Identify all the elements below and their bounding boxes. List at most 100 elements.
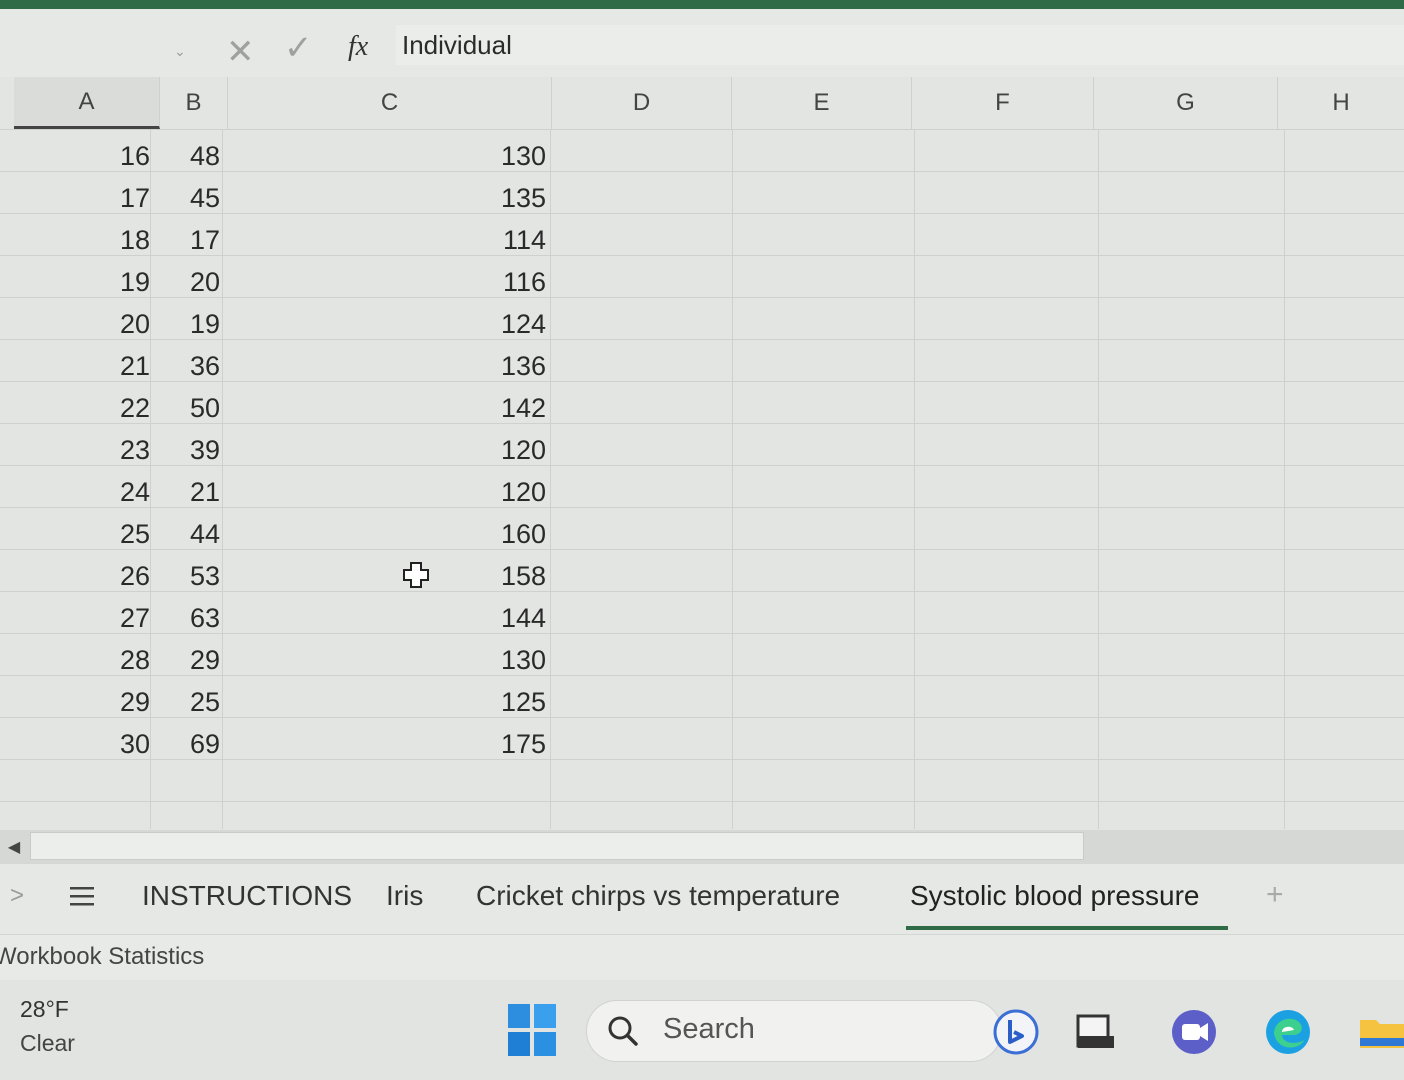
- cell-c[interactable]: 125: [226, 681, 552, 723]
- sheet-tab-systolic-blood-pressure[interactable]: Systolic blood pressure: [910, 880, 1199, 912]
- cell-b[interactable]: 63: [156, 597, 226, 639]
- cell-b[interactable]: 48: [156, 135, 226, 177]
- teams-chat-icon[interactable]: [1170, 1008, 1218, 1056]
- cell-b[interactable]: 25: [156, 681, 226, 723]
- cell-a[interactable]: 18: [14, 219, 156, 261]
- cell-b[interactable]: 36: [156, 345, 226, 387]
- scrollbar-thumb[interactable]: [30, 832, 1084, 860]
- gridline: [0, 801, 1404, 802]
- cell-a[interactable]: 28: [14, 639, 156, 681]
- function-icon[interactable]: fx: [348, 31, 368, 63]
- cell-b[interactable]: 44: [156, 513, 226, 555]
- search-icon: [608, 1016, 638, 1046]
- cell-b[interactable]: 29: [156, 639, 226, 681]
- cell-c[interactable]: 130: [226, 639, 552, 681]
- name-box-dropdown-icon[interactable]: ⌄: [174, 43, 186, 60]
- cell-a[interactable]: 27: [14, 597, 156, 639]
- cell-select-cursor-icon: [403, 562, 429, 588]
- column-header-c[interactable]: C: [228, 77, 552, 129]
- cell-a[interactable]: 19: [14, 261, 156, 303]
- cell-a[interactable]: 23: [14, 429, 156, 471]
- cell-c[interactable]: 130: [226, 135, 552, 177]
- cell-a[interactable]: 21: [14, 345, 156, 387]
- table-row: 30 69 175: [0, 723, 560, 765]
- cell-c[interactable]: 175: [226, 723, 552, 765]
- column-header-h[interactable]: H: [1278, 77, 1404, 129]
- column-header-d[interactable]: D: [552, 77, 732, 129]
- table-row: 20 19 124: [0, 303, 560, 345]
- column-header-e[interactable]: E: [732, 77, 912, 129]
- column-header-a[interactable]: A: [14, 77, 160, 129]
- cell-a[interactable]: 20: [14, 303, 156, 345]
- table-row: 19 20 116: [0, 261, 560, 303]
- title-bar-strip: [0, 0, 1404, 9]
- column-header-g[interactable]: G: [1094, 77, 1278, 129]
- workbook-statistics[interactable]: Workbook Statistics: [0, 943, 204, 971]
- gridline: [732, 129, 733, 829]
- spreadsheet-grid: A B C D E F G H 16 48 130 17 45 135 18 1…: [0, 77, 1404, 830]
- cell-a[interactable]: 26: [14, 555, 156, 597]
- gridline: [0, 129, 1404, 130]
- sheet-tab-instructions[interactable]: INSTRUCTIONS: [142, 880, 352, 912]
- cell-b[interactable]: 45: [156, 177, 226, 219]
- column-header-b[interactable]: B: [160, 77, 228, 129]
- cell-a[interactable]: 29: [14, 681, 156, 723]
- table-row: 21 36 136: [0, 345, 560, 387]
- cell-b[interactable]: 17: [156, 219, 226, 261]
- bing-icon[interactable]: [992, 1008, 1040, 1056]
- cell-c[interactable]: 120: [226, 471, 552, 513]
- formula-input[interactable]: Individual: [396, 25, 1404, 65]
- gridline: [1098, 129, 1099, 829]
- cell-c[interactable]: 114: [226, 219, 552, 261]
- cell-b[interactable]: 19: [156, 303, 226, 345]
- horizontal-scrollbar[interactable]: ◀: [0, 830, 1404, 864]
- cell-a[interactable]: 16: [14, 135, 156, 177]
- cancel-icon[interactable]: ✕: [226, 35, 255, 69]
- table-row: 29 25 125: [0, 681, 560, 723]
- taskbar-search[interactable]: Search: [586, 1000, 1002, 1062]
- cell-c[interactable]: 124: [226, 303, 552, 345]
- cell-b[interactable]: 50: [156, 387, 226, 429]
- chevron-right-icon[interactable]: >: [10, 882, 24, 910]
- cell-a[interactable]: 22: [14, 387, 156, 429]
- scroll-left-arrow-icon[interactable]: ◀: [0, 830, 28, 864]
- cell-b[interactable]: 53: [156, 555, 226, 597]
- cell-a[interactable]: 30: [14, 723, 156, 765]
- cell-b[interactable]: 69: [156, 723, 226, 765]
- cell-c[interactable]: 120: [226, 429, 552, 471]
- table-row: 26 53 158: [0, 555, 560, 597]
- table-row: 24 21 120: [0, 471, 560, 513]
- windows-start-icon[interactable]: [508, 1004, 556, 1056]
- cell-c[interactable]: 160: [226, 513, 552, 555]
- file-explorer-icon[interactable]: [1356, 1008, 1404, 1056]
- cell-b[interactable]: 21: [156, 471, 226, 513]
- sheet-tab-bar: > INSTRUCTIONS Iris Cricket chirps vs te…: [0, 864, 1404, 934]
- cell-c[interactable]: 144: [226, 597, 552, 639]
- cell-b[interactable]: 39: [156, 429, 226, 471]
- cell-a[interactable]: 25: [14, 513, 156, 555]
- sheet-tab-cricket-chirps[interactable]: Cricket chirps vs temperature: [476, 880, 840, 912]
- weather-temperature[interactable]: 28°F: [20, 996, 69, 1023]
- cell-c[interactable]: 142: [226, 387, 552, 429]
- sheet-list-menu-icon[interactable]: [68, 884, 96, 908]
- cell-b[interactable]: 20: [156, 261, 226, 303]
- cell-c[interactable]: 158: [226, 555, 552, 597]
- add-sheet-icon[interactable]: +: [1266, 878, 1284, 912]
- cell-c[interactable]: 116: [226, 261, 552, 303]
- table-row: 27 63 144: [0, 597, 560, 639]
- table-row: 25 44 160: [0, 513, 560, 555]
- column-header-f[interactable]: F: [912, 77, 1094, 129]
- cell-c[interactable]: 136: [226, 345, 552, 387]
- cell-c[interactable]: 135: [226, 177, 552, 219]
- search-label: Search: [663, 1013, 755, 1045]
- task-view-icon[interactable]: [1072, 1008, 1120, 1056]
- edge-browser-icon[interactable]: [1264, 1008, 1312, 1056]
- table-row: 23 39 120: [0, 429, 560, 471]
- cell-a[interactable]: 17: [14, 177, 156, 219]
- gridline: [914, 129, 915, 829]
- enter-check-icon[interactable]: ✓: [284, 31, 313, 65]
- gridline: [1284, 129, 1285, 829]
- sheet-tab-iris[interactable]: Iris: [386, 880, 423, 912]
- weather-condition[interactable]: Clear: [20, 1030, 75, 1057]
- cell-a[interactable]: 24: [14, 471, 156, 513]
